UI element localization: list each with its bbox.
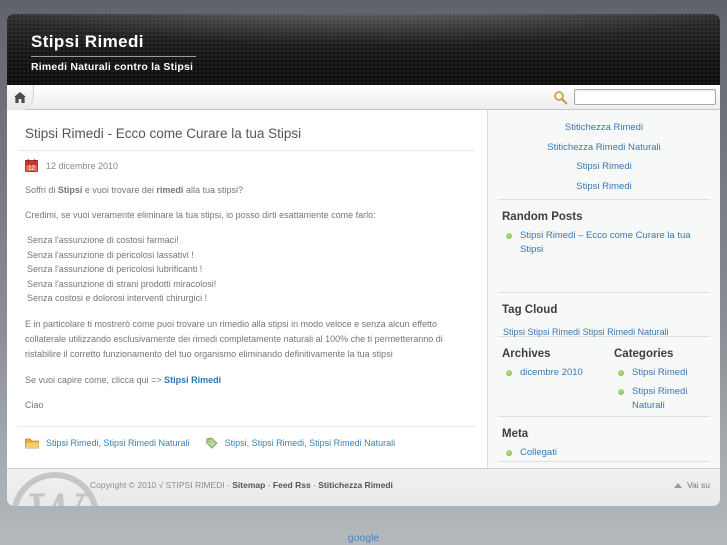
stipsi-rimedi-link[interactable]: Stipsi Rimedi [164, 375, 221, 385]
search-icon [553, 90, 568, 105]
bullet-icon [618, 389, 624, 395]
post-categories: Stipsi RimediStipsi Rimedi Naturali [46, 438, 190, 448]
site-title: Stipsi Rimedi [31, 32, 196, 57]
triangle-up-icon [674, 482, 682, 488]
sidebar-top-link[interactable]: Stipsi Rimedi [488, 177, 720, 197]
footer-link[interactable]: Feed Rss [265, 480, 310, 490]
footer-link[interactable]: Stitichezza Rimedi [311, 480, 393, 490]
claim-line: Senza l'assunzione di strani prodotti mi… [27, 278, 217, 289]
meta-section: Meta Collegati [488, 417, 720, 461]
tag-cloud-link[interactable]: Stipsi [503, 327, 528, 337]
random-post-item: Stipsi Rimedi – Ecco come Curare la tua … [506, 229, 706, 257]
claim-line: Senza l'assunzione di pericolosi lubrifi… [27, 264, 203, 274]
back-to-top-label: Vai su [687, 480, 710, 490]
search-box [553, 89, 716, 105]
post-title: Stipsi Rimedi - Ecco come Curare la tua … [18, 124, 475, 151]
claims-list: Senza l'assunzione di costosi farmaci! Se… [27, 233, 475, 306]
category-item: Stipsi Rimedi Naturali [618, 385, 706, 413]
meta-title: Meta [502, 428, 529, 440]
tag-cloud-link[interactable]: Stipsi Rimedi [528, 327, 583, 337]
claim-line: Senza costosi e dolorosi interventi chir… [27, 293, 208, 303]
archives-column: Archives dicembre 2010 [502, 348, 614, 416]
back-to-top-button[interactable]: Vai su [674, 480, 710, 490]
svg-text:12: 12 [28, 166, 35, 172]
home-tab[interactable] [7, 85, 34, 110]
bold-keyword: Stipsi [57, 185, 83, 195]
sidebar-top-link[interactable]: Stitichezza Rimedi [488, 118, 720, 138]
random-posts-title: Random Posts [502, 211, 583, 223]
random-post-link[interactable]: Stipsi Rimedi – Ecco come Curare la tua … [520, 229, 706, 257]
home-icon [14, 92, 26, 103]
post-paragraph-3: E in particolare ti mostrerò come puoi t… [25, 318, 443, 359]
sidebar: Stitichezza Rimedi Stitichezza Rimedi Nat… [487, 110, 720, 468]
categories-column: Categories Stipsi Rimedi Stipsi Rimedi N… [614, 348, 706, 416]
search-input[interactable] [574, 89, 716, 105]
post-tags: StipsiStipsi RimediStipsi Rimedi Natural… [225, 438, 396, 448]
google-link[interactable]: google [348, 532, 380, 544]
copyright-text: Copyright © 2010 √ STIPSI RIMEDI [90, 480, 225, 490]
bullet-icon [618, 370, 624, 376]
content-column: Stipsi Rimedi - Ecco come Curare la tua … [7, 110, 487, 468]
archive-item: dicembre 2010 [506, 366, 614, 380]
archive-link[interactable]: dicembre 2010 [520, 366, 583, 380]
sidebar-top-link[interactable]: Stitichezza Rimedi Naturali [488, 138, 720, 158]
footer-links: SitemapFeed RssStitichezza Rimedi [225, 480, 393, 490]
random-posts-list: Stipsi Rimedi – Ecco come Curare la tua … [502, 229, 706, 257]
folder-icon [25, 438, 39, 449]
archives-title: Archives [502, 348, 551, 360]
site-header: Stipsi Rimedi Rimedi Naturali contro la … [7, 14, 720, 85]
post-divider [18, 425, 475, 427]
footer-link[interactable]: Sitemap [225, 480, 266, 490]
category-item: Stipsi Rimedi [618, 366, 706, 380]
site-container: Stipsi Rimedi Rimedi Naturali contro la … [7, 14, 720, 506]
svg-text:W: W [25, 482, 89, 506]
post-cta-line: Se vuoi capire come, clicca qui => Stips… [25, 374, 222, 385]
main-area: Stipsi Rimedi - Ecco come Curare la tua … [7, 110, 720, 468]
post-date-row: 12 12 dicembre 2010 [25, 159, 475, 172]
wordpress-logo-icon: W [9, 470, 101, 506]
post-paragraph-2: Credimi, se vuoi veramente eliminare la … [25, 210, 376, 220]
post-closing: Ciao [25, 399, 44, 410]
site-footer: W Copyright © 2010 √ STIPSI RIMEDISitema… [7, 468, 720, 506]
meta-list: Collegati [502, 446, 706, 460]
meta-item: Collegati [506, 446, 706, 460]
meta-link[interactable]: Collegati [520, 446, 557, 460]
post-meta-row: Stipsi RimediStipsi Rimedi Naturali Stip… [25, 437, 475, 450]
bullet-icon [506, 370, 512, 376]
tag-cloud-title: Tag Cloud [502, 304, 558, 316]
tag-link[interactable]: Stipsi Rimedi [252, 438, 310, 448]
archives-categories-section: Archives dicembre 2010 Categories Stipsi… [488, 337, 720, 416]
tag-link[interactable]: Stipsi [225, 438, 252, 448]
random-posts-section: Random Posts Stipsi Rimedi – Ecco come C… [488, 200, 720, 292]
site-subtitle: Rimedi Naturali contro la Stipsi [31, 61, 194, 73]
tag-link[interactable]: Stipsi Rimedi Naturali [309, 438, 395, 448]
sidebar-top-links: Stitichezza Rimedi Stitichezza Rimedi Nat… [488, 110, 720, 199]
category-link[interactable]: Stipsi Rimedi Naturali [104, 438, 190, 448]
sidebar-divider [498, 461, 710, 462]
tag-group: StipsiStipsi RimediStipsi Rimedi Natural… [205, 437, 396, 450]
post-date-text: 12 dicembre 2010 [46, 160, 119, 171]
tag-cloud-section: Tag Cloud Stipsi Stipsi Rimedi Stipsi Rime… [488, 293, 720, 337]
categories-list: Stipsi Rimedi Stipsi Rimedi Naturali [614, 366, 706, 413]
sidebar-category-link[interactable]: Stipsi Rimedi Naturali [632, 385, 706, 413]
bullet-icon [506, 450, 512, 456]
copyright-row: Copyright © 2010 √ STIPSI RIMEDISitemapF… [90, 480, 393, 490]
sidebar-category-link[interactable]: Stipsi Rimedi [632, 366, 687, 380]
claim-line: Senza l'assunzione di costosi farmaci! [27, 235, 179, 245]
tag-cloud-link[interactable]: Stipsi Rimedi Naturali [583, 327, 669, 337]
bold-keyword: rimedi [156, 185, 184, 195]
tag-icon [205, 437, 218, 450]
nav-bar [7, 85, 720, 110]
categories-title: Categories [614, 348, 674, 360]
bullet-icon [506, 233, 512, 239]
archives-list: dicembre 2010 [502, 366, 614, 380]
sidebar-top-link[interactable]: Stipsi Rimedi [488, 157, 720, 177]
category-link[interactable]: Stipsi Rimedi [46, 438, 104, 448]
post-paragraph-intro: Soffri di Stipsi e vuoi trovare dei rime… [25, 185, 243, 195]
calendar-icon: 12 [25, 159, 38, 172]
claim-line: Senza l'assunzione di pericolosi lassati… [27, 249, 194, 260]
